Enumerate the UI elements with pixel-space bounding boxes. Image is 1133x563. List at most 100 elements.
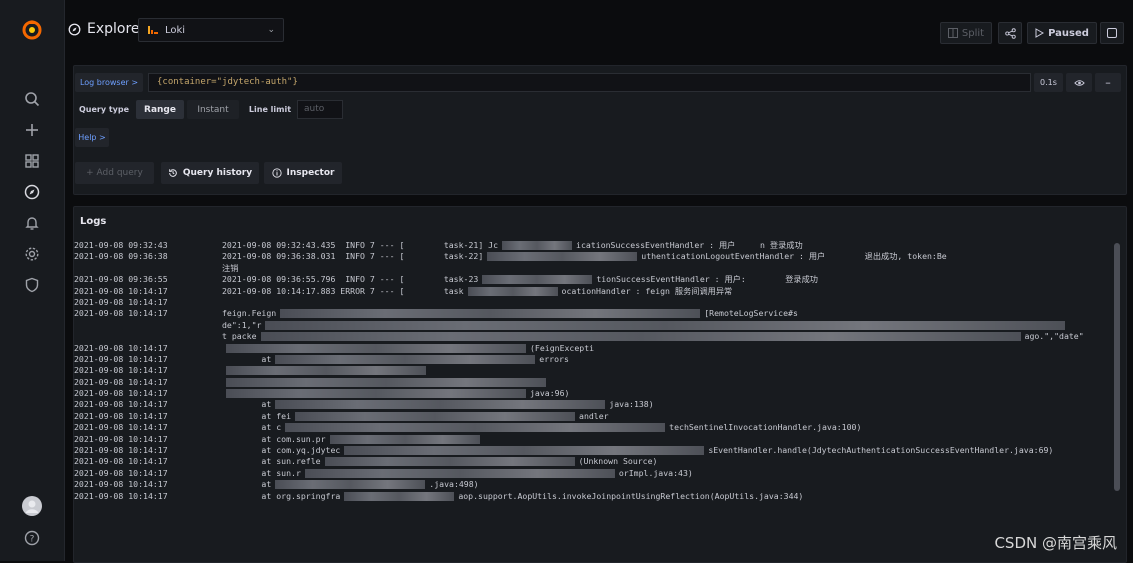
explore-toolbar: Explore Loki ⌄ Split Paused bbox=[64, 12, 1133, 52]
logs-scrollbar[interactable] bbox=[1114, 243, 1120, 491]
chevron-down-icon: ⌄ bbox=[267, 25, 275, 35]
log-message: at sun.r bbox=[222, 467, 301, 478]
log-message: at com.yq.jdytec bbox=[222, 445, 341, 456]
redacted-block bbox=[329, 434, 480, 444]
log-message: at c bbox=[222, 422, 282, 433]
log-message-tail: java:138) bbox=[609, 399, 654, 410]
redacted-block bbox=[502, 241, 573, 250]
log-row[interactable]: 注销 bbox=[74, 263, 1112, 274]
logs-title: Logs bbox=[80, 216, 107, 227]
redacted-block bbox=[285, 423, 666, 433]
log-row[interactable]: 2021-09-08 10:14:17 feign.Feign [RemoteLog… bbox=[74, 308, 1112, 319]
log-row[interactable]: 2021-09-08 10:14:17 java:96) bbox=[74, 388, 1112, 399]
query-history-button[interactable]: Query history bbox=[161, 162, 259, 184]
log-row[interactable]: t packe ago.","date" bbox=[74, 331, 1112, 342]
log-timestamp: 2021-09-08 10:14:17 bbox=[74, 467, 168, 478]
compass-icon[interactable] bbox=[21, 181, 43, 203]
split-icon bbox=[947, 28, 958, 38]
log-row[interactable]: 2021-09-08 10:14:17 bbox=[74, 365, 1112, 376]
avatar[interactable] bbox=[21, 495, 43, 517]
log-timestamp: 2021-09-08 10:14:17 bbox=[74, 422, 168, 433]
add-query-button[interactable]: + Add query bbox=[75, 162, 154, 184]
log-row[interactable]: 2021-09-08 10:14:17 at sun.refle (Unknown… bbox=[74, 456, 1112, 467]
log-row[interactable]: 2021-09-08 09:36:38 2021-09-08 09:36:38.0… bbox=[74, 251, 1112, 262]
log-browser-button[interactable]: Log browser > bbox=[75, 73, 143, 92]
range-radio[interactable]: Range bbox=[136, 100, 184, 119]
redacted-block bbox=[344, 446, 705, 456]
log-row[interactable]: 2021-09-08 10:14:17 at .java:498) bbox=[74, 479, 1112, 490]
log-row[interactable]: 2021-09-08 10:14:17 at c techSentinelInvo… bbox=[74, 422, 1112, 433]
split-button[interactable]: Split bbox=[940, 22, 992, 44]
redacted-block bbox=[226, 366, 426, 376]
log-message: 2021-09-08 10:14:17.883 ERROR 7 --- [ ta… bbox=[222, 285, 464, 296]
log-message-tail: uthenticationLogoutEventHandler : 用户 退出成… bbox=[641, 251, 947, 262]
page-title-text: Explore bbox=[87, 21, 140, 37]
query-input[interactable]: {container="jdytech-auth"} bbox=[148, 73, 1031, 92]
inspector-button[interactable]: Inspector bbox=[264, 162, 342, 184]
log-row[interactable]: 2021-09-08 10:14:17 bbox=[74, 377, 1112, 388]
help-button[interactable]: Help > bbox=[75, 128, 109, 147]
remove-query-icon[interactable]: – bbox=[1095, 73, 1121, 92]
log-row[interactable]: 2021-09-08 10:14:17 (FeignExcepti bbox=[74, 343, 1112, 354]
history-icon bbox=[169, 169, 177, 177]
log-row[interactable]: 2021-09-08 10:14:17 at fei andler bbox=[74, 411, 1112, 422]
instant-radio[interactable]: Instant bbox=[187, 100, 239, 119]
log-message-tail: errors bbox=[539, 353, 569, 364]
log-message-tail: tionSuccessEventHandler : 用户: 登录成功 bbox=[596, 274, 818, 285]
grafana-logo-icon[interactable] bbox=[21, 19, 43, 41]
log-message-tail: [RemoteLogService#s bbox=[704, 308, 798, 319]
loki-logo-icon bbox=[148, 26, 158, 34]
log-timestamp: 2021-09-08 09:36:55 bbox=[74, 274, 168, 285]
grid-icon[interactable] bbox=[21, 150, 43, 172]
log-timestamp: 2021-09-08 09:36:38 bbox=[74, 251, 168, 262]
gear-icon[interactable] bbox=[21, 243, 43, 265]
redacted-block bbox=[482, 275, 593, 285]
line-limit-input[interactable]: auto bbox=[297, 100, 343, 119]
help-icon[interactable]: ? bbox=[21, 527, 43, 549]
redacted-block bbox=[275, 480, 426, 490]
log-lines: 2021-09-08 09:32:43 2021-09-08 09:32:43.4… bbox=[74, 240, 1112, 502]
log-row[interactable]: de":1,"r bbox=[74, 320, 1112, 331]
log-timestamp: 2021-09-08 10:14:17 bbox=[74, 353, 168, 364]
info-icon bbox=[271, 168, 282, 178]
search-icon[interactable] bbox=[21, 88, 43, 110]
shield-icon[interactable] bbox=[21, 274, 43, 296]
square-icon bbox=[1107, 28, 1117, 38]
share-button[interactable] bbox=[998, 22, 1022, 44]
log-row[interactable]: 2021-09-08 10:14:17 at com.sun.pr bbox=[74, 434, 1112, 445]
log-message-tail: ago.","date" bbox=[1024, 331, 1084, 342]
bell-icon[interactable] bbox=[21, 212, 43, 234]
log-row[interactable]: 2021-09-08 10:14:17 2021-09-08 10:14:17.8… bbox=[74, 286, 1112, 297]
hide-query-button[interactable] bbox=[1066, 73, 1092, 92]
duration-badge: 0.1s bbox=[1034, 73, 1063, 92]
log-message-tail: ocationHandler : feign 服务间调用异常 bbox=[561, 285, 733, 296]
log-message-tail: andler bbox=[579, 410, 609, 421]
log-message: at sun.refle bbox=[222, 456, 321, 467]
log-row[interactable]: 2021-09-08 10:14:17 at errors bbox=[74, 354, 1112, 365]
log-message: at bbox=[222, 399, 272, 410]
log-row[interactable]: 2021-09-08 09:32:43 2021-09-08 09:32:43.4… bbox=[74, 240, 1112, 251]
paused-button[interactable]: Paused bbox=[1027, 22, 1097, 44]
log-message: 2021-09-08 09:36:55.796 INFO 7 --- [ tas… bbox=[222, 274, 479, 285]
log-timestamp: 2021-09-08 10:14:17 bbox=[74, 456, 168, 467]
datasource-picker[interactable]: Loki ⌄ bbox=[138, 18, 284, 42]
log-row[interactable]: 2021-09-08 09:36:55 2021-09-08 09:36:55.7… bbox=[74, 274, 1112, 285]
log-timestamp: 2021-09-08 10:14:17 bbox=[74, 433, 168, 444]
log-timestamp: 2021-09-08 10:14:17 bbox=[74, 445, 168, 456]
stop-button[interactable] bbox=[1100, 22, 1124, 44]
log-message: at org.springfra bbox=[222, 490, 341, 501]
redacted-block bbox=[275, 400, 606, 410]
log-row[interactable]: 2021-09-08 10:14:17 at org.springfra aop.… bbox=[74, 491, 1112, 502]
watermark: CSDN @南宫乘风 bbox=[994, 534, 1117, 552]
log-message: feign.Feign bbox=[222, 308, 277, 319]
log-row[interactable]: 2021-09-08 10:14:17 at com.yq.jdytec sEve… bbox=[74, 445, 1112, 456]
play-icon bbox=[1035, 28, 1045, 38]
plus-icon[interactable] bbox=[21, 119, 43, 141]
log-message-tail: java:96) bbox=[530, 388, 570, 399]
redacted-block bbox=[344, 491, 455, 501]
log-row[interactable]: 2021-09-08 10:14:17 at sun.r orImpl.java:… bbox=[74, 468, 1112, 479]
log-row[interactable]: 2021-09-08 10:14:17 bbox=[74, 297, 1112, 308]
log-message: de":1,"r bbox=[222, 319, 262, 330]
log-message: 注销 bbox=[222, 262, 239, 273]
log-row[interactable]: 2021-09-08 10:14:17 at java:138) bbox=[74, 399, 1112, 410]
